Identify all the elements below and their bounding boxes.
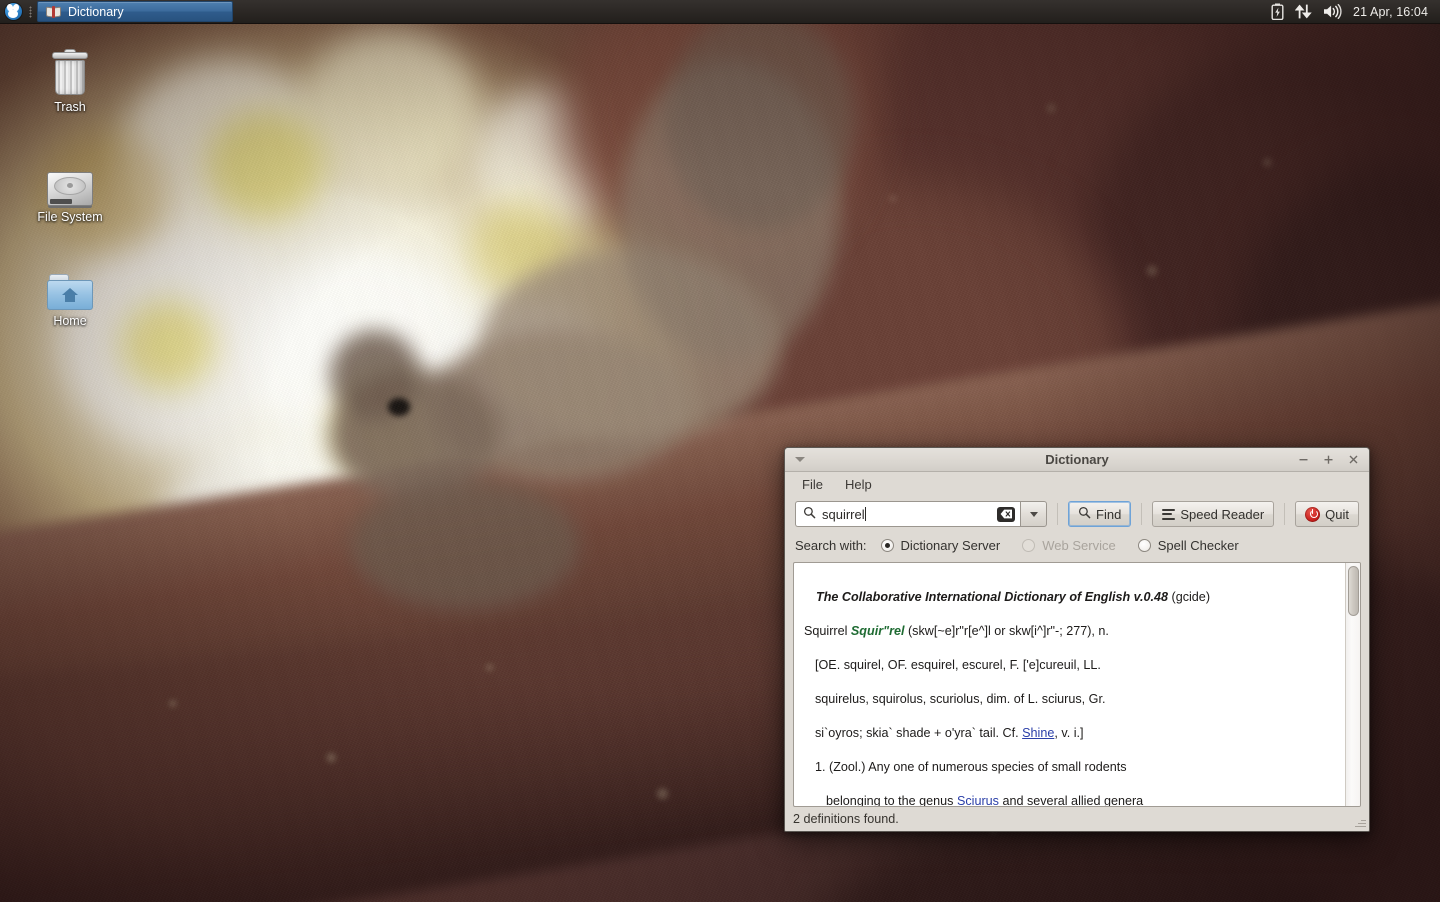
find-button[interactable]: Find	[1068, 501, 1131, 527]
top-panel[interactable]: Dictionary 21 Apr, 16:04	[0, 0, 1440, 24]
desktop-icon-file-system[interactable]: File System	[24, 154, 116, 224]
xfce-mouse-logo-icon	[5, 3, 22, 20]
speed-reader-button[interactable]: Speed Reader	[1152, 501, 1274, 527]
clear-search-icon[interactable]	[997, 507, 1015, 522]
speed-reader-button-label: Speed Reader	[1180, 507, 1264, 522]
definition-view[interactable]: The Collaborative International Dictiona…	[793, 562, 1361, 807]
applications-menu-button[interactable]	[0, 0, 26, 24]
toolbar-separator	[1141, 503, 1142, 525]
quit-button[interactable]: Quit	[1295, 501, 1359, 527]
trash-icon	[24, 44, 116, 96]
search-icon	[803, 506, 816, 522]
search-with-label: Search with:	[795, 538, 867, 553]
definition-source: The Collaborative International Dictiona…	[804, 589, 1335, 606]
window-controls	[1295, 452, 1363, 468]
definition-scrollbar[interactable]	[1345, 563, 1360, 806]
window-menu-icon[interactable]	[791, 451, 809, 469]
scrollbar-thumb[interactable]	[1348, 566, 1359, 616]
search-history-dropdown[interactable]	[1020, 501, 1047, 527]
statusbar: 2 definitions found.	[785, 807, 1369, 831]
cross-reference-link[interactable]: Sciurus	[957, 794, 999, 806]
radio-dictionary-server[interactable]: Dictionary Server	[881, 538, 1001, 553]
minimize-icon[interactable]	[1295, 452, 1311, 468]
network-updown-icon[interactable]	[1295, 4, 1312, 19]
menu-help[interactable]: Help	[836, 475, 881, 494]
definition-sense-line: 1. (Zool.) Any one of numerous species o…	[804, 759, 1335, 776]
desktop-icon-label: Home	[24, 314, 116, 328]
radio-dot-icon	[1022, 539, 1035, 552]
search-input-value: squirrel	[822, 507, 991, 522]
window-title: Dictionary	[785, 452, 1369, 467]
quit-button-label: Quit	[1325, 507, 1349, 522]
status-text: 2 definitions found.	[793, 812, 899, 826]
radio-dot-icon	[881, 539, 894, 552]
window-titlebar[interactable]: Dictionary	[785, 448, 1369, 472]
power-icon	[1305, 507, 1320, 522]
menu-file[interactable]: File	[793, 475, 832, 494]
dictionary-window[interactable]: Dictionary File Help	[784, 447, 1370, 832]
find-button-label: Find	[1096, 507, 1121, 522]
harddisk-icon	[24, 154, 116, 206]
maximize-icon[interactable]	[1320, 452, 1336, 468]
volume-icon[interactable]	[1323, 4, 1342, 19]
speed-reader-icon	[1162, 509, 1175, 520]
radio-label: Web Service	[1042, 538, 1115, 553]
definition-sense-line: belonging to the genus Sciurus and sever…	[804, 793, 1335, 806]
close-icon[interactable]	[1345, 452, 1361, 468]
panel-handle[interactable]	[26, 0, 35, 24]
toolbar-separator	[1057, 503, 1058, 525]
toolbar-separator	[1284, 503, 1285, 525]
window-tasklist[interactable]: Dictionary	[37, 0, 233, 24]
desktop-icon-home[interactable]: Home	[24, 258, 116, 328]
definition-text: The Collaborative International Dictiona…	[794, 563, 1345, 806]
home-folder-icon	[24, 258, 116, 310]
clock[interactable]: 21 Apr, 16:04	[1353, 5, 1428, 19]
search-input[interactable]: squirrel	[795, 501, 1020, 527]
book-icon	[46, 6, 61, 18]
menubar[interactable]: File Help	[785, 472, 1369, 496]
desktop-icon-label: Trash	[24, 100, 116, 114]
radio-dot-icon	[1138, 539, 1151, 552]
definition-etymology-line: squirelus, squirolus, scuriolus, dim. of…	[804, 691, 1335, 708]
desktop-icon-trash[interactable]: Trash	[24, 44, 116, 114]
radio-web-service: Web Service	[1022, 538, 1115, 553]
find-icon	[1078, 506, 1091, 522]
radio-spell-checker[interactable]: Spell Checker	[1138, 538, 1239, 553]
desktop-icon-label: File System	[24, 210, 116, 224]
resize-grip[interactable]	[1354, 816, 1366, 828]
definition-etymology-line: [OE. squirel, OF. esquirel, escurel, F. …	[804, 657, 1335, 674]
cross-reference-link[interactable]: Shine	[1022, 726, 1054, 740]
task-button-dictionary[interactable]: Dictionary	[37, 1, 233, 22]
search-with-group: Search with: Dictionary Server Web Servi…	[785, 532, 1369, 558]
radio-label: Spell Checker	[1158, 538, 1239, 553]
radio-label: Dictionary Server	[901, 538, 1001, 553]
system-tray[interactable]: 21 Apr, 16:04	[1271, 0, 1440, 24]
toolbar: squirrel Find	[785, 496, 1369, 532]
battery-icon[interactable]	[1271, 3, 1284, 20]
task-button-label: Dictionary	[68, 5, 124, 19]
desktop[interactable]: Trash File System Home	[0, 0, 1440, 902]
definition-headword-line: Squirrel Squir"rel (skw[~e]r"r[e^]l or s…	[804, 623, 1335, 640]
definition-etymology-line: si`oyros; skia` shade + o'yra` tail. Cf.…	[804, 725, 1335, 742]
